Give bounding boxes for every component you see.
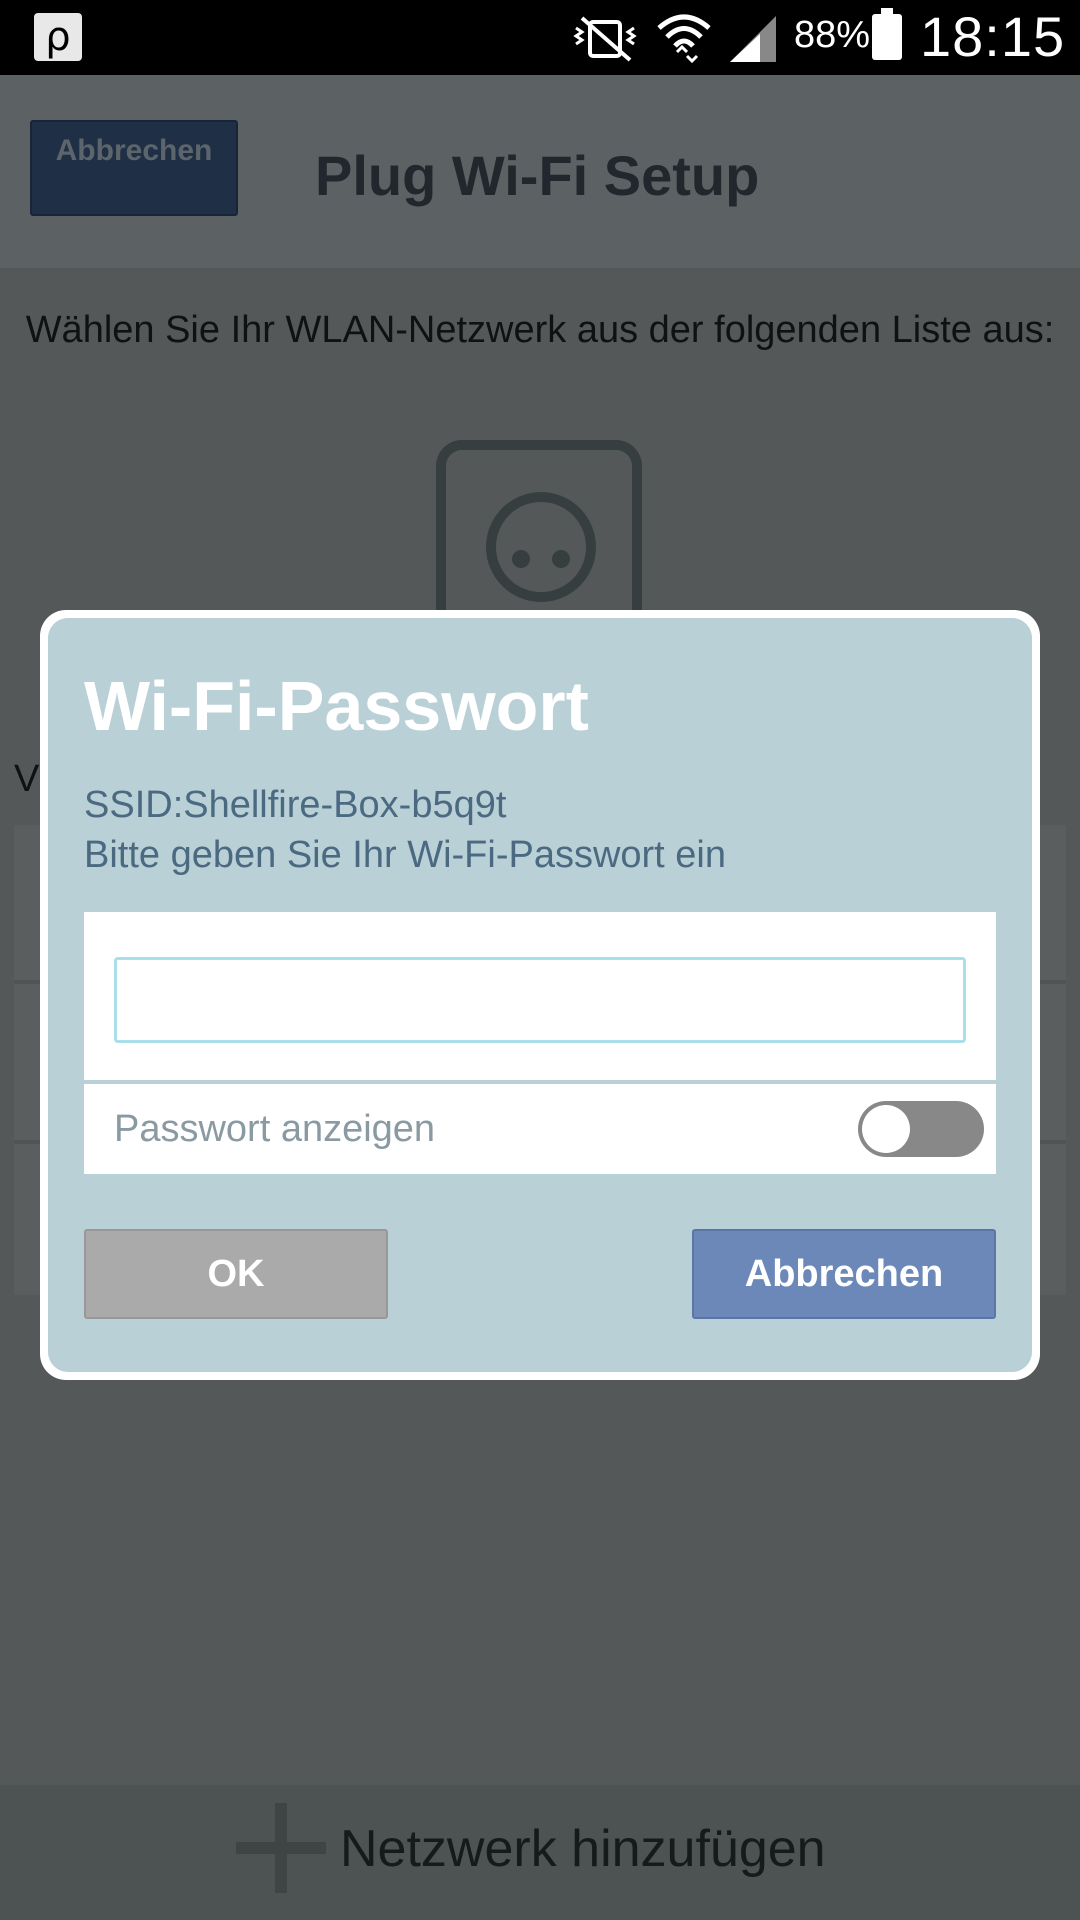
cancel-button[interactable]: Abbrechen xyxy=(692,1229,996,1319)
wifi-password-dialog: Wi-Fi-Passwort SSID:Shellfire-Box-b5q9t … xyxy=(40,610,1040,1380)
show-password-row[interactable]: Passwort anzeigen xyxy=(84,1084,996,1174)
dialog-title: Wi-Fi-Passwort xyxy=(84,667,589,745)
show-password-toggle[interactable] xyxy=(858,1101,984,1157)
clock: 18:15 xyxy=(920,5,1066,68)
signal-icon xyxy=(730,16,776,62)
battery-percentage: 88% xyxy=(794,14,871,56)
show-password-label: Passwort anzeigen xyxy=(114,1108,436,1150)
ok-button[interactable]: OK xyxy=(84,1229,388,1319)
status-bar: ρ 88% 18:15 xyxy=(0,0,1080,75)
dialog-body: Wi-Fi-Passwort SSID:Shellfire-Box-b5q9t … xyxy=(48,618,1032,1372)
password-input[interactable] xyxy=(114,957,966,1043)
battery-icon xyxy=(872,8,902,60)
ssid-text: SSID:Shellfire-Box-b5q9t xyxy=(84,784,507,826)
password-card xyxy=(84,912,996,1080)
dialog-message: Bitte geben Sie Ihr Wi-Fi-Passwort ein xyxy=(84,834,727,876)
vibrate-off-icon xyxy=(573,16,637,62)
app-notification-icon: ρ xyxy=(34,13,82,61)
wifi-icon xyxy=(657,14,711,64)
toggle-knob xyxy=(862,1105,910,1153)
